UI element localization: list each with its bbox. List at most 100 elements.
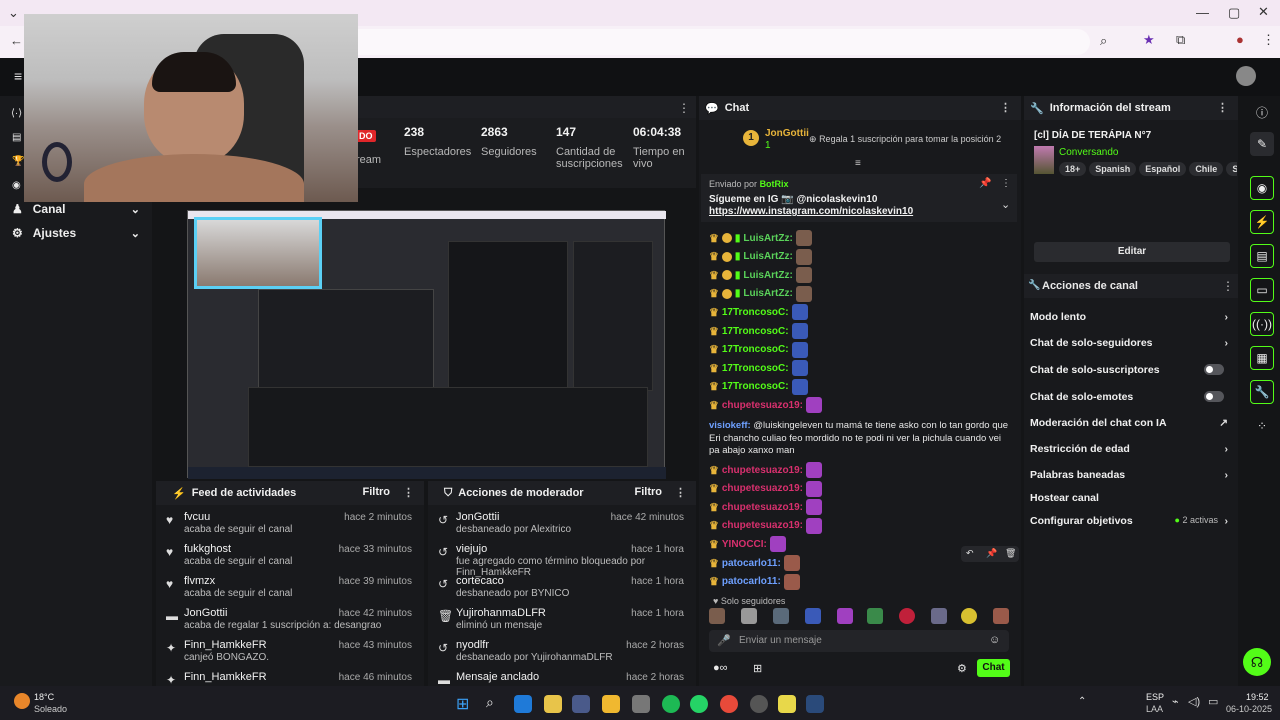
camera-icon[interactable]: ◉ (1250, 176, 1274, 200)
feed-row[interactable]: ▬ JonGottii acaba de regalar 1 suscripción… (156, 605, 424, 637)
nav-icon-3[interactable]: 🏆 (12, 156, 24, 167)
close-icon[interactable]: ✕ (1258, 4, 1269, 20)
action-solo-emotes[interactable]: Chat de solo-emotes (1030, 391, 1228, 403)
mod-menu-icon[interactable]: ⋮ (675, 486, 686, 499)
minimize-icon[interactable]: — (1196, 5, 1209, 20)
clock-time[interactable]: 19:52 (1246, 692, 1269, 702)
chat-username[interactable]: LuisArtZz: (743, 233, 792, 244)
pinned-menu-icon[interactable]: ⋮ (1001, 178, 1011, 189)
stream-info-menu-icon[interactable]: ⋮ (1217, 101, 1228, 114)
emote-2[interactable] (741, 608, 757, 624)
pencil-icon[interactable]: ✎ (1250, 132, 1274, 156)
chat-input[interactable]: 🎤 Enviar un mensaje ☺ (709, 630, 1009, 652)
bookmark-star-icon[interactable]: ★ (1143, 32, 1155, 48)
emote-3[interactable] (773, 608, 789, 624)
chat-username[interactable]: 17TroncosoC: (722, 381, 789, 392)
gift-prompt[interactable]: ⊕ Regala 1 suscripción para tomar la pos… (809, 134, 1001, 145)
action-moderacion-ia[interactable]: Moderación del chat con IA ↗ (1030, 417, 1228, 429)
app-icon-3[interactable] (750, 695, 768, 713)
chrome-icon[interactable] (720, 695, 738, 713)
feed-row[interactable]: ✦ Finn_HamkkeFR canjeó BONGAZO. hace 43 min… (156, 637, 424, 669)
row-user[interactable]: flvmzx (184, 575, 215, 587)
action-palabras-baneadas[interactable]: Palabras baneadas › (1030, 469, 1228, 481)
stats-menu-icon[interactable]: ⋮ (678, 101, 690, 115)
weather-icon[interactable] (14, 693, 30, 709)
chat-username[interactable]: LuisArtZz: (743, 270, 792, 281)
feed-filter-button[interactable]: Filtro (363, 486, 391, 498)
hamburger-menu-icon[interactable]: ≡ (14, 68, 22, 84)
feed-row[interactable]: ♥ fvcuu acaba de seguir el canal hace 2 min… (156, 509, 424, 541)
lang-primary[interactable]: ESP (1146, 692, 1164, 702)
store-taskbar-icon[interactable] (544, 695, 562, 713)
app-icon-2[interactable] (632, 695, 650, 713)
spotify-icon[interactable] (662, 695, 680, 713)
row-user[interactable]: nyodlfr (456, 639, 489, 651)
profile-icon[interactable]: ● (1236, 32, 1244, 47)
message-icon[interactable]: ▭ (1250, 278, 1274, 302)
chat-username[interactable]: chupetesuazo19: (722, 400, 803, 411)
apps-icon[interactable]: ⁘ (1250, 414, 1274, 438)
taskbar-search-icon[interactable]: ⌕ (486, 694, 494, 711)
back-icon[interactable]: ← (10, 33, 23, 48)
chat-username[interactable]: chupetesuazo19: (722, 483, 803, 494)
zoom-icon[interactable]: ⌕ (1100, 33, 1107, 49)
action-restriccion-edad[interactable]: Restricción de edad › (1030, 443, 1228, 455)
row-user[interactable]: Finn_HamkkeFR (184, 671, 267, 683)
collapse-icon[interactable]: ≡ (855, 158, 861, 169)
chevron-down-icon[interactable]: ⌄ (1001, 198, 1010, 211)
stream-preview[interactable] (187, 210, 666, 479)
chat-settings-icon[interactable]: ⚙ (957, 662, 967, 675)
mod-filter-button[interactable]: Filtro (635, 486, 663, 498)
steam-icon[interactable] (806, 695, 824, 713)
app-icon-4[interactable] (778, 695, 796, 713)
feed-row[interactable]: ♥ fukkghost acaba de seguir el canal hace 3… (156, 541, 424, 573)
chat-username[interactable]: chupetesuazo19: (722, 465, 803, 476)
support-icon[interactable]: ☊ (1243, 648, 1271, 676)
row-user[interactable]: JonGottii (184, 607, 227, 619)
top-gifter-name[interactable]: JonGottii (765, 128, 809, 139)
chat-username[interactable]: 17TroncosoC: (722, 344, 789, 355)
pinned-link[interactable]: https://www.instagram.com/nicolaskevin10 (709, 206, 913, 217)
nav-item-ajustes[interactable]: ⚙ Ajustes ⌄ (12, 226, 140, 240)
reply-icon[interactable]: ↶ (966, 548, 974, 559)
chat-username[interactable]: 17TroncosoC: (722, 363, 789, 374)
file-explorer-icon[interactable] (602, 695, 620, 713)
chat-username[interactable]: patocarlo11: (722, 558, 781, 569)
emote-7[interactable] (899, 608, 915, 624)
channel-actions-menu-icon[interactable]: ⋮ (1222, 279, 1234, 293)
row-user[interactable]: cortecaco (456, 575, 504, 587)
feed-row[interactable]: ↺ viejujo fue agregado como término bloque… (428, 541, 696, 578)
emote-10[interactable] (993, 608, 1009, 624)
info-icon[interactable]: ⓘ (1250, 100, 1274, 124)
feed-menu-icon[interactable]: ⋮ (403, 486, 414, 499)
chat-username[interactable]: 17TroncosoC: (722, 326, 789, 337)
feed-row[interactable]: ♥ flvmzx acaba de seguir el canal hace 39 m… (156, 573, 424, 605)
edit-stream-button[interactable]: Editar (1034, 242, 1230, 262)
store-icon[interactable]: ⊞ (753, 662, 762, 675)
chat-menu-icon[interactable]: ⋮ (1000, 101, 1011, 114)
chat-username[interactable]: patocarlo11: (722, 576, 781, 587)
wrench-tool-icon[interactable]: 🔧 (1250, 380, 1274, 404)
network-icon[interactable]: ⌁ (1172, 695, 1179, 708)
toggle-switch[interactable] (1204, 391, 1224, 402)
maximize-icon[interactable]: ▢ (1228, 5, 1240, 21)
mic-icon[interactable]: 🎤 (717, 634, 731, 647)
edge-icon[interactable] (514, 695, 532, 713)
pin-icon[interactable]: 📌 (979, 178, 991, 189)
row-user[interactable]: Finn_HamkkeFR (184, 639, 267, 651)
feed-row[interactable]: ↺ JonGottii desbaneado por Alexitrico hace … (428, 509, 696, 541)
action-hostear-canal[interactable]: Hostear canal (1030, 492, 1228, 504)
nav-icon-2[interactable]: ▤ (12, 132, 21, 143)
row-user[interactable]: fukkghost (184, 543, 231, 555)
nav-icon-1[interactable]: ⟨·⟩ (11, 108, 22, 119)
nav-icon-4[interactable]: ◉ (12, 180, 21, 191)
toggle-switch[interactable] (1204, 364, 1224, 375)
row-user[interactable]: fvcuu (184, 511, 210, 523)
row-user[interactable]: Mensaje anclado (456, 671, 539, 683)
emoji-icon[interactable]: ☺ (989, 634, 1000, 646)
chat-username[interactable]: LuisArtZz: (743, 251, 792, 262)
nav-item-canal[interactable]: ♟ Canal ⌄ (12, 202, 140, 216)
broadcast-icon[interactable]: ((·)) (1250, 312, 1274, 336)
battery-icon[interactable]: ▭ (1208, 695, 1218, 708)
row-user[interactable]: viejujo (456, 543, 487, 555)
